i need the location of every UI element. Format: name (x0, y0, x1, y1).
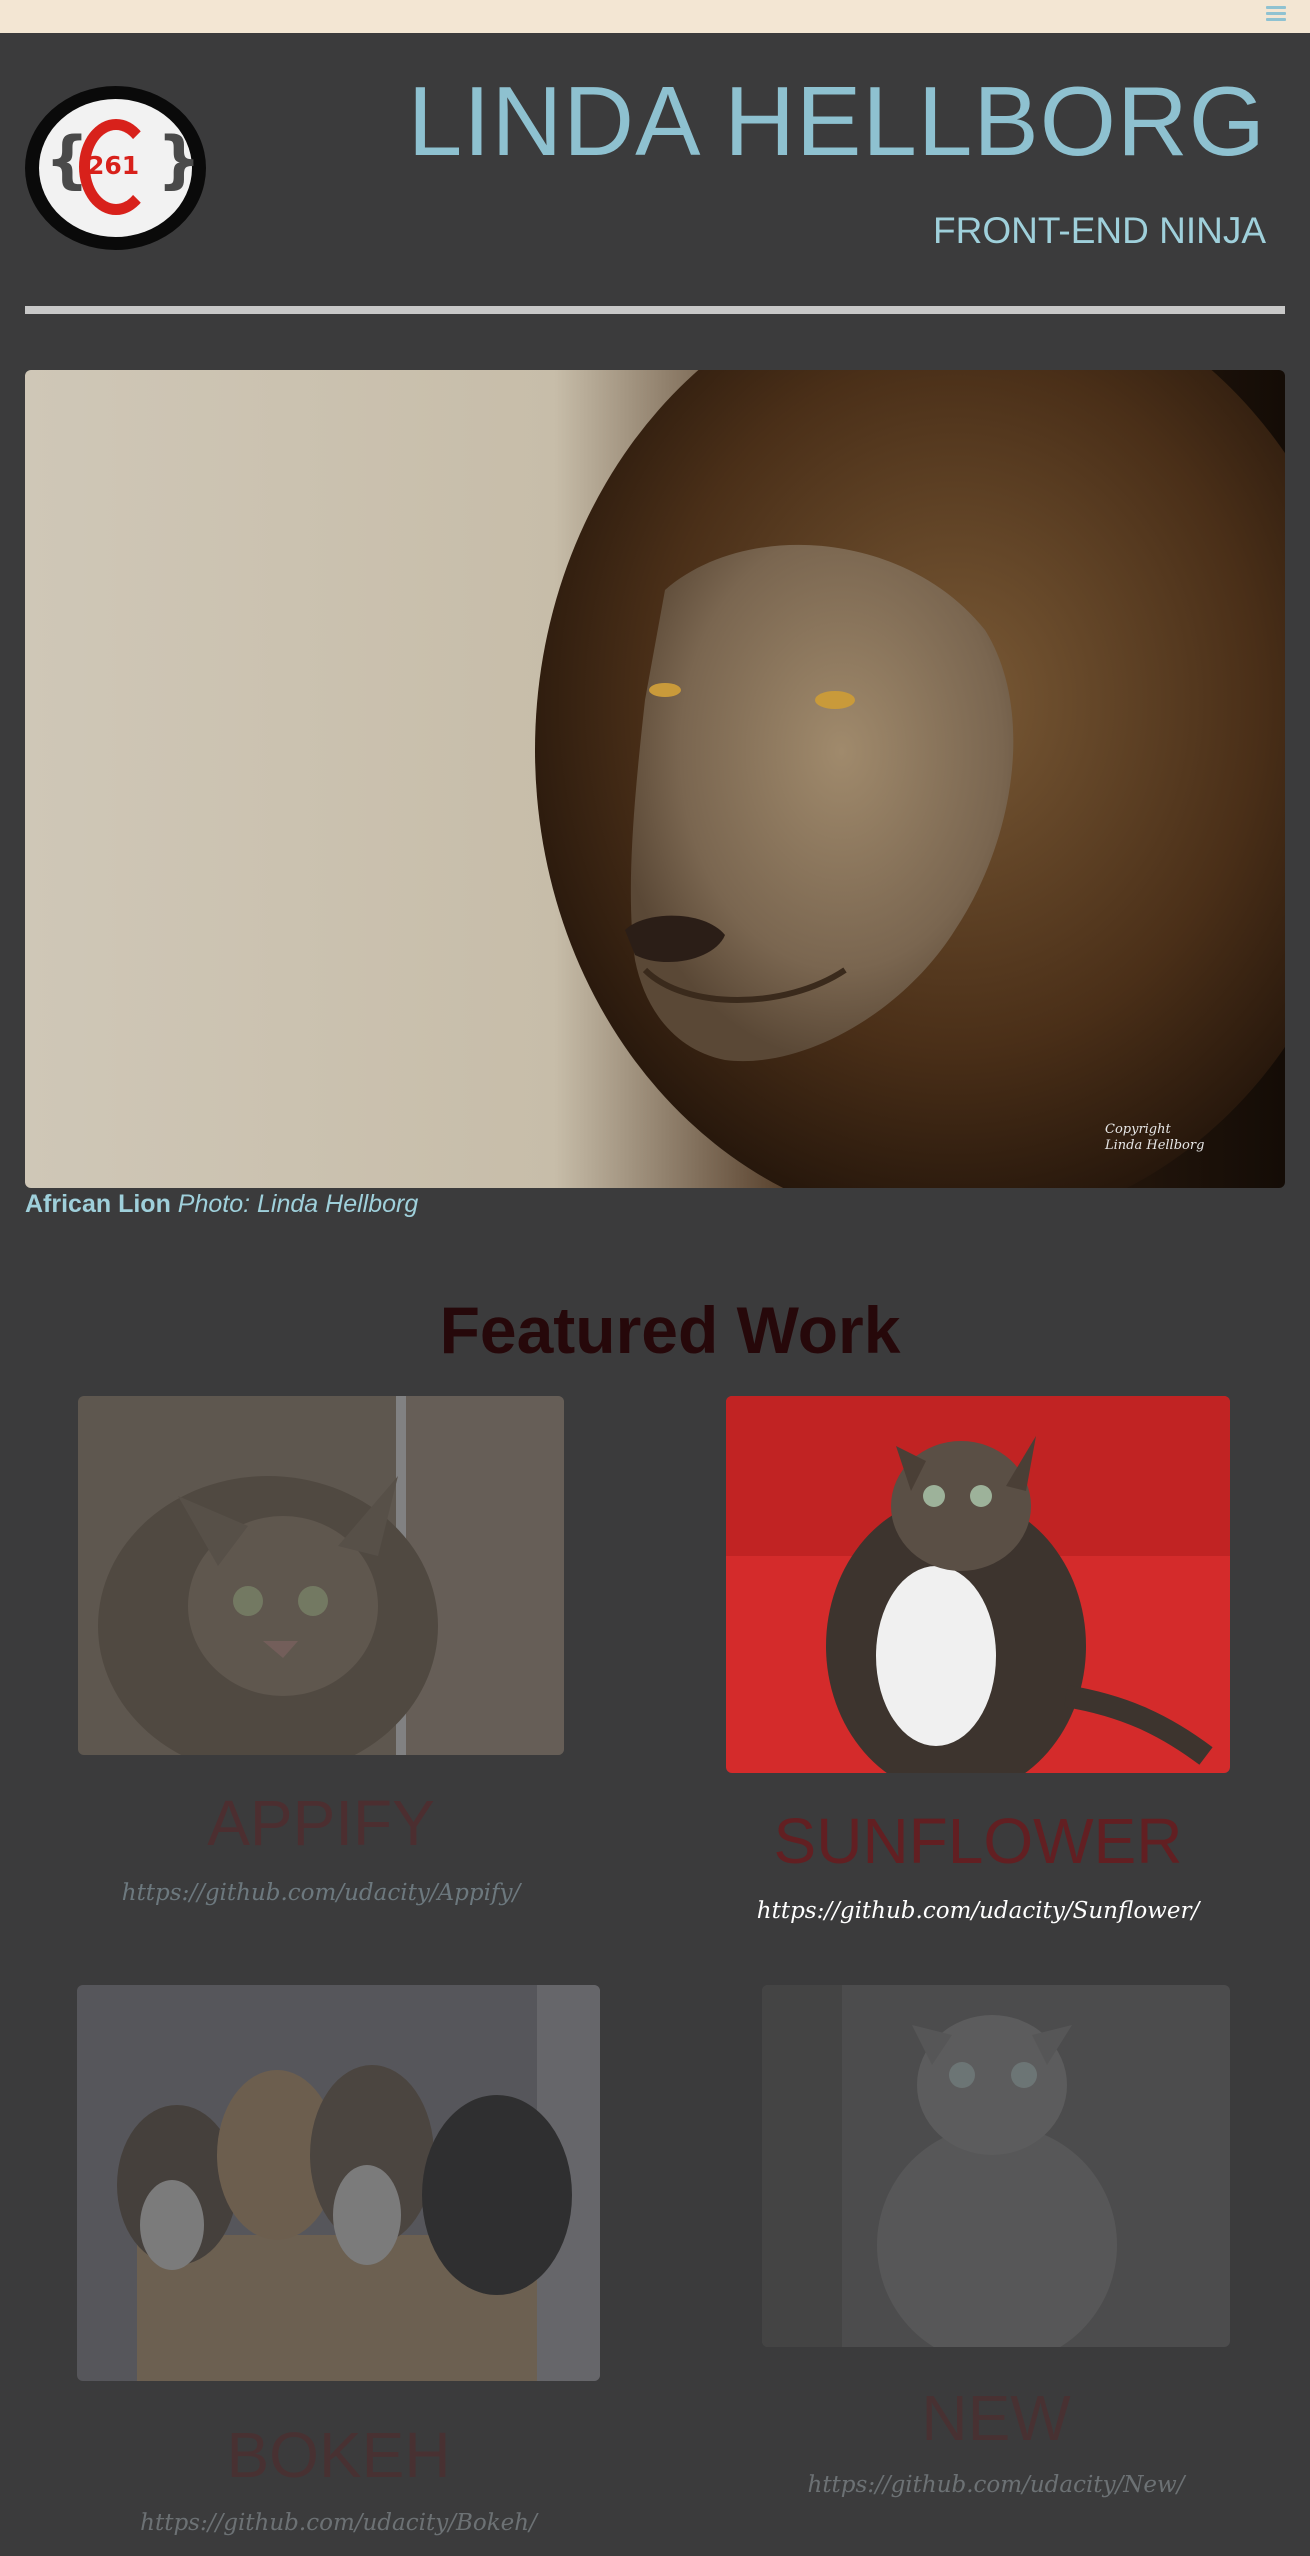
project-link-appify[interactable]: https://github.com/udacity/Appify/ (78, 1880, 564, 1906)
project-image-bokeh[interactable] (77, 1985, 600, 2381)
logo-right-brace: } (157, 123, 202, 196)
logo-number: 261 (87, 151, 140, 180)
hero-caption: African Lion Photo: Linda Hellborg (25, 1190, 418, 1219)
site-logo[interactable]: { 261 } (25, 86, 206, 250)
project-link-sunflower[interactable]: https://github.com/udacity/Sunflower/ (726, 1898, 1230, 1924)
header-divider (25, 306, 1285, 314)
project-title-new[interactable]: NEW (762, 2381, 1230, 2455)
project-title-bokeh[interactable]: BOKEH (77, 2418, 600, 2492)
project-link-bokeh[interactable]: https://github.com/udacity/Bokeh/ (77, 2510, 600, 2536)
featured-work-heading: Featured Work (439, 1293, 901, 1367)
project-image-appify[interactable] (78, 1396, 564, 1755)
caption-credit: Photo: Linda Hellborg (177, 1190, 419, 1218)
project-image-new[interactable] (762, 1985, 1230, 2347)
logo-badge: { 261 } (39, 99, 201, 237)
hero-lion-image: Copyright Linda Hellborg (25, 370, 1285, 1188)
site-title: LINDA HELLBORG (407, 66, 1266, 176)
top-bar (0, 0, 1310, 33)
hero-watermark: Copyright Linda Hellborg (1105, 1122, 1205, 1154)
project-title-sunflower[interactable]: SUNFLOWER (726, 1804, 1230, 1878)
project-image-sunflower[interactable] (726, 1396, 1230, 1773)
caption-title: African Lion (25, 1190, 171, 1218)
project-link-new[interactable]: https://github.com/udacity/New/ (762, 2472, 1230, 2498)
site-subtitle: FRONT-END NINJA (933, 210, 1266, 251)
hamburger-menu-icon[interactable] (1266, 4, 1286, 24)
project-title-appify[interactable]: APPIFY (78, 1786, 564, 1860)
